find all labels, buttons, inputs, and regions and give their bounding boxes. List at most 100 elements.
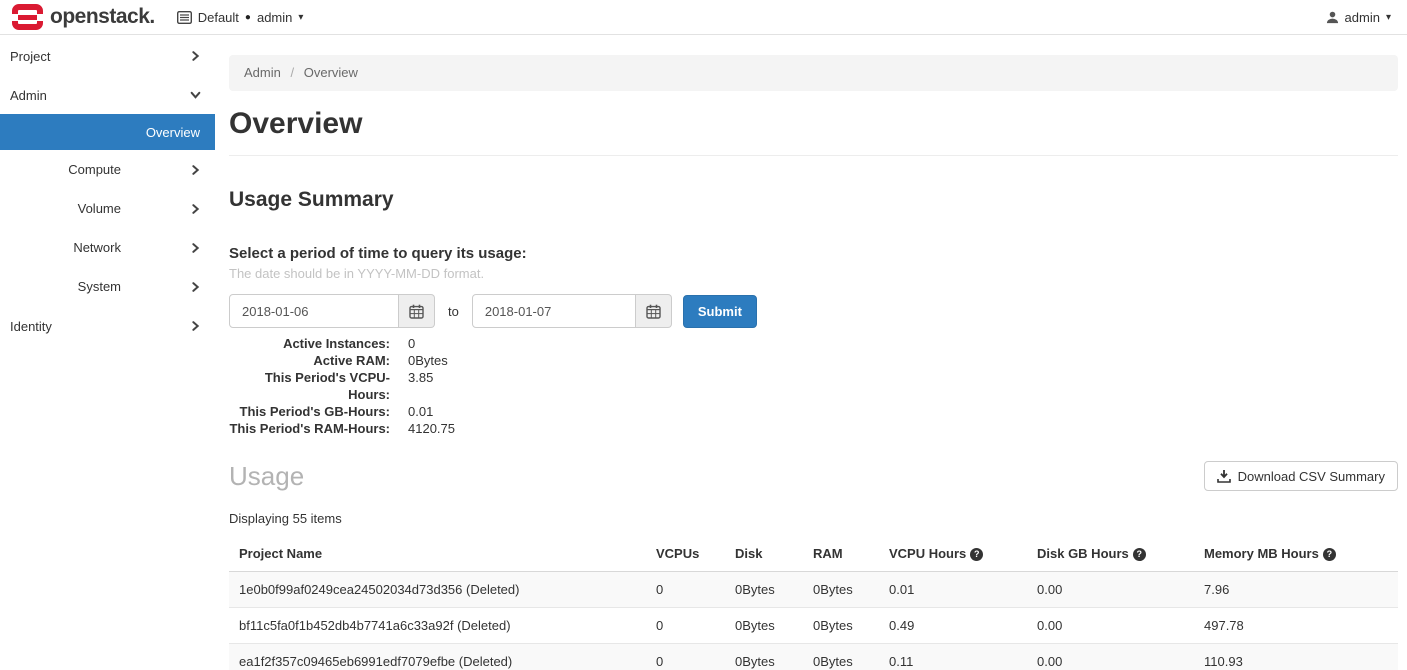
cell-ram: 0Bytes <box>803 644 879 670</box>
sidebar-item-volume[interactable]: Volume <box>0 189 215 228</box>
help-icon[interactable]: ? <box>1133 548 1146 561</box>
page-title: Overview <box>229 107 1398 141</box>
brand-wordmark: openstack. <box>50 5 155 29</box>
stat-label: This Period's VCPU-Hours: <box>229 369 390 403</box>
cell-project-name: ea1f2f357c09465eb6991edf7079efbe (Delete… <box>229 644 646 670</box>
col-memory-mb-hours[interactable]: Memory MB Hours? <box>1194 538 1398 572</box>
region-label: Default <box>198 10 239 25</box>
chevron-down-icon: ▾ <box>1386 12 1391 23</box>
usage-summary-heading: Usage Summary <box>229 188 1398 212</box>
cell-vcpu-hours: 0.11 <box>879 644 1027 670</box>
table-row: ea1f2f357c09465eb6991edf7079efbe (Delete… <box>229 644 1398 670</box>
chevron-right-icon <box>190 164 201 175</box>
stat-label: This Period's RAM-Hours: <box>229 420 390 437</box>
chevron-down-icon: ▾ <box>298 12 303 23</box>
col-vcpu-hours[interactable]: VCPU Hours? <box>879 538 1027 572</box>
sidebar-item-label: Compute <box>68 162 121 177</box>
date-to-input[interactable] <box>472 294 636 328</box>
table-row: 1e0b0f99af0249cea24502034d73d356 (Delete… <box>229 572 1398 608</box>
sidebar-item-project[interactable]: Project <box>0 36 215 76</box>
chevron-right-icon <box>190 321 201 332</box>
sidebar-item-admin[interactable]: Admin <box>0 76 215 114</box>
sidebar-item-identity[interactable]: Identity <box>0 306 215 346</box>
chevron-right-icon <box>190 242 201 253</box>
help-icon[interactable]: ? <box>1323 548 1336 561</box>
cell-ram: 0Bytes <box>803 572 879 608</box>
brand-logo[interactable]: openstack. <box>12 4 155 30</box>
project-label: admin <box>257 10 292 25</box>
user-menu[interactable]: admin ▾ <box>1326 10 1395 25</box>
usage-section-header: Usage Download CSV Summary <box>229 461 1398 492</box>
calendar-icon <box>646 304 661 319</box>
sidebar-item-label: Project <box>10 49 50 64</box>
sidebar-item-network[interactable]: Network <box>0 228 215 267</box>
stat-ram-hours: This Period's RAM-Hours: 4120.75 <box>229 420 1398 437</box>
calendar-addon-to[interactable] <box>636 294 672 328</box>
cell-project-name: 1e0b0f99af0249cea24502034d73d356 (Delete… <box>229 572 646 608</box>
items-count: Displaying 55 items <box>229 511 1398 526</box>
stat-active-ram: Active RAM: 0Bytes <box>229 352 1398 369</box>
chevron-right-icon <box>190 281 201 292</box>
col-disk-gb-hours[interactable]: Disk GB Hours? <box>1027 538 1194 572</box>
sidebar-item-label: Volume <box>78 201 121 216</box>
domain-list-icon <box>177 11 192 24</box>
openstack-logo-icon <box>12 4 43 30</box>
cell-ram: 0Bytes <box>803 608 879 644</box>
usage-table: Project Name VCPUs Disk RAM VCPU Hours? … <box>229 538 1398 670</box>
user-icon <box>1326 11 1339 24</box>
stat-value: 0Bytes <box>408 352 448 369</box>
download-csv-label: Download CSV Summary <box>1238 469 1385 484</box>
stat-label: Active Instances: <box>229 335 390 352</box>
topbar: openstack. Default ● admin ▾ admin ▾ <box>0 0 1407 35</box>
stat-value: 3.85 <box>408 369 433 403</box>
stat-label: Active RAM: <box>229 352 390 369</box>
cell-memory-mb-hours: 497.78 <box>1194 608 1398 644</box>
col-disk[interactable]: Disk <box>725 538 803 572</box>
cell-vcpus: 0 <box>646 644 725 670</box>
stat-active-instances: Active Instances: 0 <box>229 335 1398 352</box>
chevron-right-icon <box>190 203 201 214</box>
breadcrumb-current: Overview <box>304 65 358 80</box>
usage-stats: Active Instances: 0 Active RAM: 0Bytes T… <box>229 335 1398 437</box>
context-dot-icon: ● <box>245 12 251 23</box>
date-format-hint: The date should be in YYYY-MM-DD format. <box>229 266 1398 281</box>
sidebar-item-system[interactable]: System <box>0 267 215 306</box>
table-header-row: Project Name VCPUs Disk RAM VCPU Hours? … <box>229 538 1398 572</box>
date-from-input[interactable] <box>229 294 399 328</box>
chevron-down-icon <box>190 90 201 101</box>
cell-disk-gb-hours: 0.00 <box>1027 572 1194 608</box>
project-context-switcher[interactable]: Default ● admin ▾ <box>177 10 304 25</box>
submit-button[interactable]: Submit <box>683 295 757 328</box>
sidebar: Project Admin Overview Compute Volume Ne… <box>0 35 215 670</box>
help-icon[interactable]: ? <box>970 548 983 561</box>
breadcrumb-admin[interactable]: Admin <box>244 65 281 80</box>
user-name: admin <box>1345 10 1380 25</box>
sidebar-item-label: Overview <box>146 125 200 140</box>
main-content: Admin / Overview Overview Usage Summary … <box>215 35 1407 670</box>
download-icon <box>1217 469 1231 483</box>
breadcrumb: Admin / Overview <box>229 55 1398 91</box>
date-range-form: to Submit <box>229 294 1398 328</box>
cell-disk: 0Bytes <box>725 644 803 670</box>
col-vcpus[interactable]: VCPUs <box>646 538 725 572</box>
to-label: to <box>448 304 459 319</box>
sidebar-item-label: Identity <box>10 319 52 334</box>
cell-disk-gb-hours: 0.00 <box>1027 644 1194 670</box>
cell-disk: 0Bytes <box>725 608 803 644</box>
cell-memory-mb-hours: 110.93 <box>1194 644 1398 670</box>
download-csv-button[interactable]: Download CSV Summary <box>1204 461 1398 491</box>
calendar-addon-from[interactable] <box>399 294 435 328</box>
col-ram[interactable]: RAM <box>803 538 879 572</box>
stat-value: 0 <box>408 335 415 352</box>
sidebar-item-label: Network <box>73 240 121 255</box>
stat-vcpu-hours: This Period's VCPU-Hours: 3.85 <box>229 369 1398 403</box>
cell-project-name: bf11c5fa0f1b452db4b7741a6c33a92f (Delete… <box>229 608 646 644</box>
sidebar-item-compute[interactable]: Compute <box>0 150 215 189</box>
stat-gb-hours: This Period's GB-Hours: 0.01 <box>229 403 1398 420</box>
cell-disk: 0Bytes <box>725 572 803 608</box>
col-project-name[interactable]: Project Name <box>229 538 646 572</box>
stat-value: 4120.75 <box>408 420 455 437</box>
sidebar-item-overview[interactable]: Overview <box>0 114 215 150</box>
calendar-icon <box>409 304 424 319</box>
sidebar-item-label: Admin <box>10 88 47 103</box>
